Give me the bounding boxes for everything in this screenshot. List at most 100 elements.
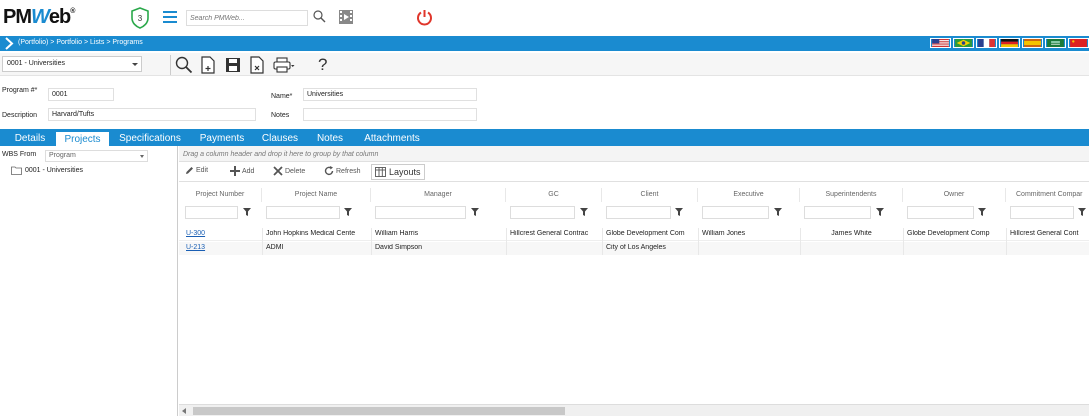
table-row[interactable]: U-300 John Hopkins Medical Cente William… <box>179 228 1089 241</box>
scrollbar-thumb[interactable] <box>193 407 565 415</box>
new-record-icon[interactable] <box>199 56 217 74</box>
notes-field[interactable] <box>303 108 477 121</box>
table-cell: Hillcrest General Contrac <box>510 230 589 237</box>
power-logout-icon[interactable] <box>416 9 433 26</box>
breadcrumb-bar: (Portfolio) > Portfolio > Lists > Progra… <box>0 36 1089 51</box>
pmweb-logo[interactable]: PMWeb® <box>3 6 75 29</box>
plus-icon <box>230 166 240 176</box>
filter-icon[interactable] <box>675 208 683 216</box>
table-cell: City of Los Angeles <box>606 244 666 251</box>
breadcrumb[interactable]: (Portfolio) > Portfolio > Lists > Progra… <box>18 39 143 46</box>
flag-china-icon[interactable] <box>1068 38 1089 48</box>
print-icon[interactable] <box>273 56 295 74</box>
add-label: Add <box>242 167 255 175</box>
refresh-label: Refresh <box>336 167 361 175</box>
column-divider <box>262 228 263 255</box>
filter-input-superintendents[interactable] <box>804 206 871 219</box>
horizontal-scrollbar[interactable] <box>179 404 1089 416</box>
tab-clauses[interactable]: Clauses <box>258 131 302 146</box>
program-number-field[interactable]: 0001 <box>48 88 114 101</box>
table-cell: William Jones <box>702 230 746 237</box>
video-icon[interactable] <box>339 10 353 24</box>
filter-icon[interactable] <box>978 208 986 216</box>
refresh-button[interactable]: Refresh <box>324 166 361 176</box>
filter-input-manager[interactable] <box>375 206 466 219</box>
filter-input-project-number[interactable] <box>185 206 238 219</box>
search-icon[interactable] <box>313 10 326 23</box>
chevron-right-icon[interactable] <box>4 37 14 50</box>
flag-france-icon[interactable] <box>976 38 997 48</box>
hamburger-menu-icon[interactable] <box>163 11 177 23</box>
flag-germany-icon[interactable] <box>999 38 1020 48</box>
delete-record-icon[interactable] <box>248 56 266 74</box>
column-divider <box>800 228 801 255</box>
flag-us-icon[interactable] <box>930 38 951 48</box>
group-by-drop-zone[interactable]: Drag a column header and drop it here to… <box>179 146 1089 162</box>
column-header-client[interactable]: Client <box>602 188 698 202</box>
tab-attachments[interactable]: Attachments <box>356 131 428 146</box>
table-cell: ADMI <box>266 244 284 251</box>
tab-projects[interactable]: Projects <box>55 131 110 146</box>
filter-icon[interactable] <box>243 208 251 216</box>
column-header-superintendents[interactable]: Superintendents <box>800 188 903 202</box>
column-header-owner[interactable]: Owner <box>903 188 1006 202</box>
toolbar: 0001 - Universities ? <box>0 53 1089 76</box>
flag-spain-icon[interactable] <box>1022 38 1043 48</box>
search-input[interactable] <box>186 10 308 26</box>
edit-button[interactable]: Edit <box>185 166 208 175</box>
tab-specifications[interactable]: Specifications <box>114 131 186 146</box>
project-number-link[interactable]: U-300 <box>186 230 260 237</box>
program-select[interactable]: 0001 - Universities <box>2 56 142 72</box>
table-cell: Hillcrest General Cont <box>1010 230 1079 237</box>
column-header-commitment-company[interactable]: Commitment Compar <box>1006 188 1089 202</box>
delete-label: Delete <box>285 167 306 175</box>
filter-icon[interactable] <box>580 208 588 216</box>
column-header-gc[interactable]: GC <box>506 188 602 202</box>
scroll-left-icon[interactable] <box>182 408 186 414</box>
tree-item[interactable]: 0001 - Universities <box>11 166 83 175</box>
search-record-icon[interactable] <box>175 56 193 74</box>
filter-icon[interactable] <box>876 208 884 216</box>
layouts-button[interactable]: Layouts <box>371 164 425 180</box>
column-divider <box>1006 228 1007 255</box>
save-icon[interactable] <box>224 56 242 74</box>
tab-payments[interactable]: Payments <box>192 131 252 146</box>
description-field[interactable]: Harvard/Tufts <box>48 108 256 121</box>
tab-notes[interactable]: Notes <box>308 131 352 146</box>
help-icon[interactable]: ? <box>318 55 336 74</box>
filter-icon[interactable] <box>774 208 782 216</box>
shield-badge-icon[interactable]: 3 <box>130 7 150 29</box>
notes-label: Notes <box>271 112 290 119</box>
flag-saudi-icon[interactable] <box>1045 38 1066 48</box>
tab-details[interactable]: Details <box>7 131 53 146</box>
filter-input-commitment-company[interactable] <box>1010 206 1074 219</box>
column-header-executive[interactable]: Executive <box>698 188 800 202</box>
delete-button[interactable]: Delete <box>273 166 305 176</box>
filter-icon[interactable] <box>471 208 479 216</box>
name-field[interactable]: Universities <box>303 88 477 101</box>
filter-input-owner[interactable] <box>907 206 974 219</box>
column-divider <box>602 228 603 255</box>
tab-bar: Details Projects Specifications Payments… <box>0 129 1089 146</box>
column-header-manager[interactable]: Manager <box>371 188 506 202</box>
table-row[interactable]: U-213 ADMI David Simpson City of Los Ang… <box>179 242 1089 255</box>
filter-input-executive[interactable] <box>702 206 769 219</box>
filter-input-gc[interactable] <box>510 206 575 219</box>
project-number-link[interactable]: U-213 <box>186 244 260 251</box>
column-header-project-number[interactable]: Project Number <box>179 188 262 202</box>
flag-brazil-icon[interactable] <box>953 38 974 48</box>
filter-icon[interactable] <box>344 208 352 216</box>
column-divider <box>371 228 372 255</box>
projects-grid: Drag a column header and drop it here to… <box>179 146 1089 416</box>
add-button[interactable]: Add <box>230 166 254 176</box>
wbs-from-label: WBS From <box>2 151 37 158</box>
pencil-icon <box>186 167 193 174</box>
filter-icon[interactable] <box>1078 208 1086 216</box>
column-header-project-name[interactable]: Project Name <box>262 188 371 202</box>
filter-input-project-name[interactable] <box>266 206 340 219</box>
column-divider <box>506 228 507 255</box>
wbs-from-select[interactable]: Program <box>45 150 148 162</box>
filter-input-client[interactable] <box>606 206 671 219</box>
table-layout-icon <box>375 167 386 177</box>
wbs-panel: WBS From Program 0001 - Universities <box>0 146 178 416</box>
